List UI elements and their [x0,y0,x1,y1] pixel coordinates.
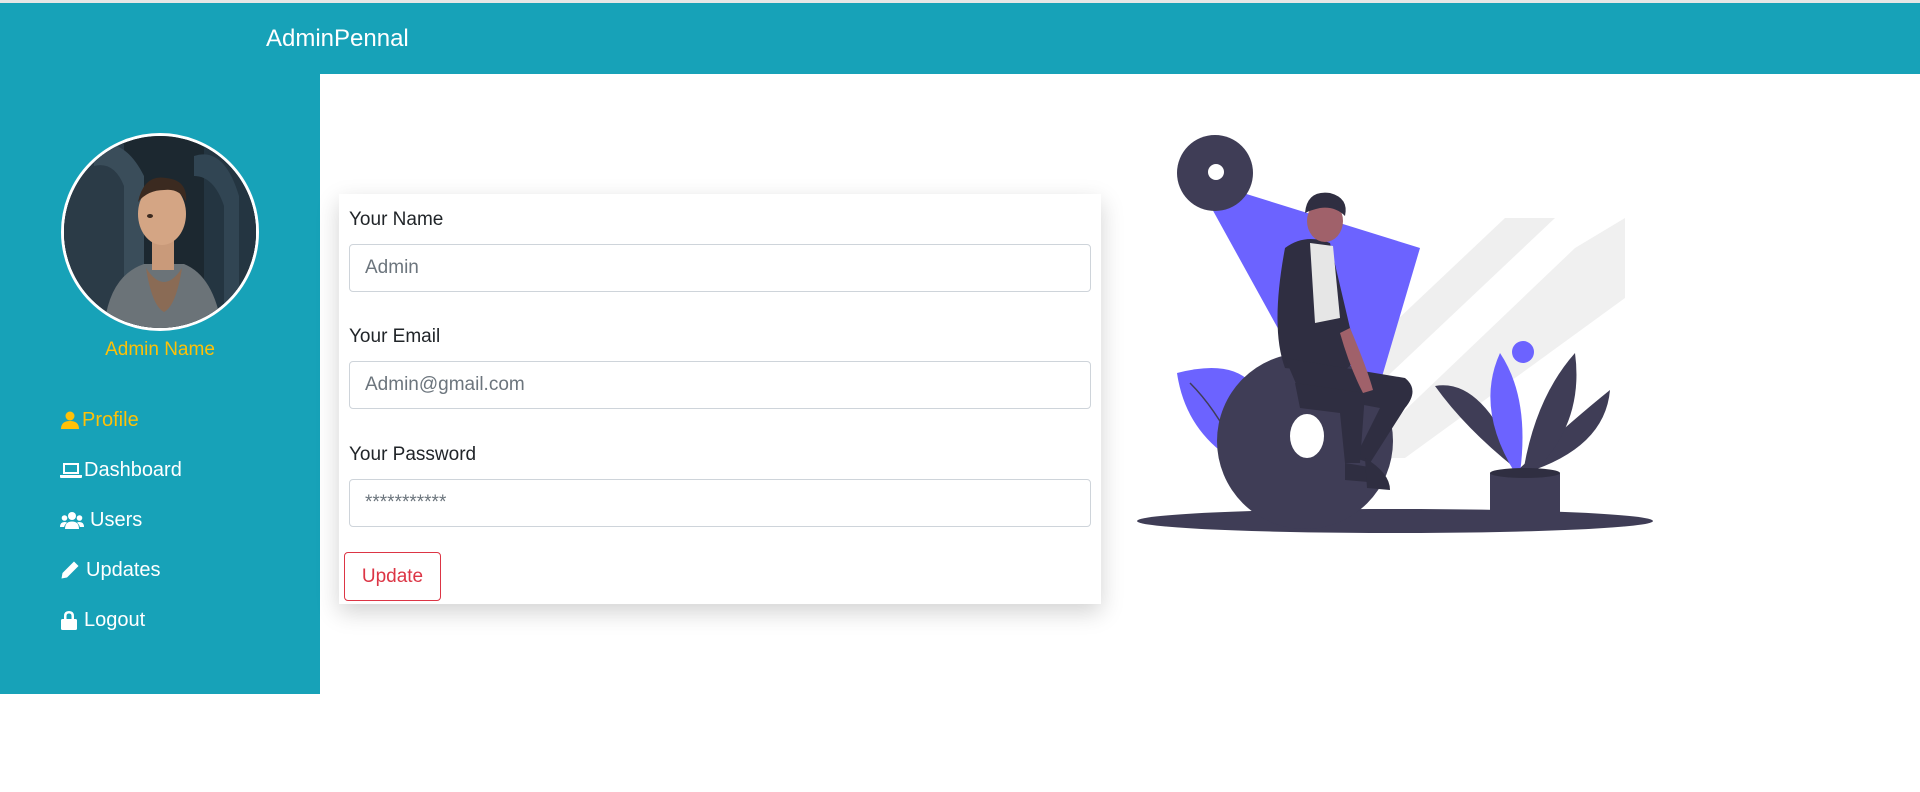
sidebar-item-logout[interactable]: Logout [60,595,182,645]
sidebar-item-label: Users [90,508,143,531]
navbar: AdminPennal [0,3,1920,74]
name-label: Your Name [349,209,444,230]
sidebar: Admin Name Profile Dashboard Users Updat… [0,74,320,694]
sidebar-item-label: Updates [86,558,161,581]
sidebar-item-label: Logout [84,608,146,631]
profile-form-card: Your Name Your Email Your Password Updat… [339,194,1101,604]
sidebar-item-users[interactable]: Users [60,495,182,545]
email-field[interactable] [349,361,1091,409]
person-sitting-illustration [1137,135,1653,533]
users-icon [60,512,84,529]
laptop-icon [60,463,82,478]
sidebar-menu: Profile Dashboard Users Updates Logout [60,395,182,645]
avatar-photo [64,136,256,328]
avatar [61,133,259,331]
sidebar-item-updates[interactable]: Updates [60,545,182,595]
admin-name: Admin Name [105,339,215,360]
email-label: Your Email [349,326,441,347]
name-field[interactable] [349,244,1091,292]
lock-icon [61,611,77,630]
sidebar-item-label: Dashboard [84,458,182,481]
pencil-icon [61,561,79,579]
sidebar-item-label: Profile [82,408,139,431]
user-icon [61,411,79,429]
password-field[interactable] [349,479,1091,527]
password-label: Your Password [349,444,477,465]
sidebar-item-dashboard[interactable]: Dashboard [60,445,182,495]
sidebar-item-profile[interactable]: Profile [60,395,182,445]
update-button[interactable]: Update [344,552,441,601]
brand-title[interactable]: AdminPennal [266,25,409,53]
